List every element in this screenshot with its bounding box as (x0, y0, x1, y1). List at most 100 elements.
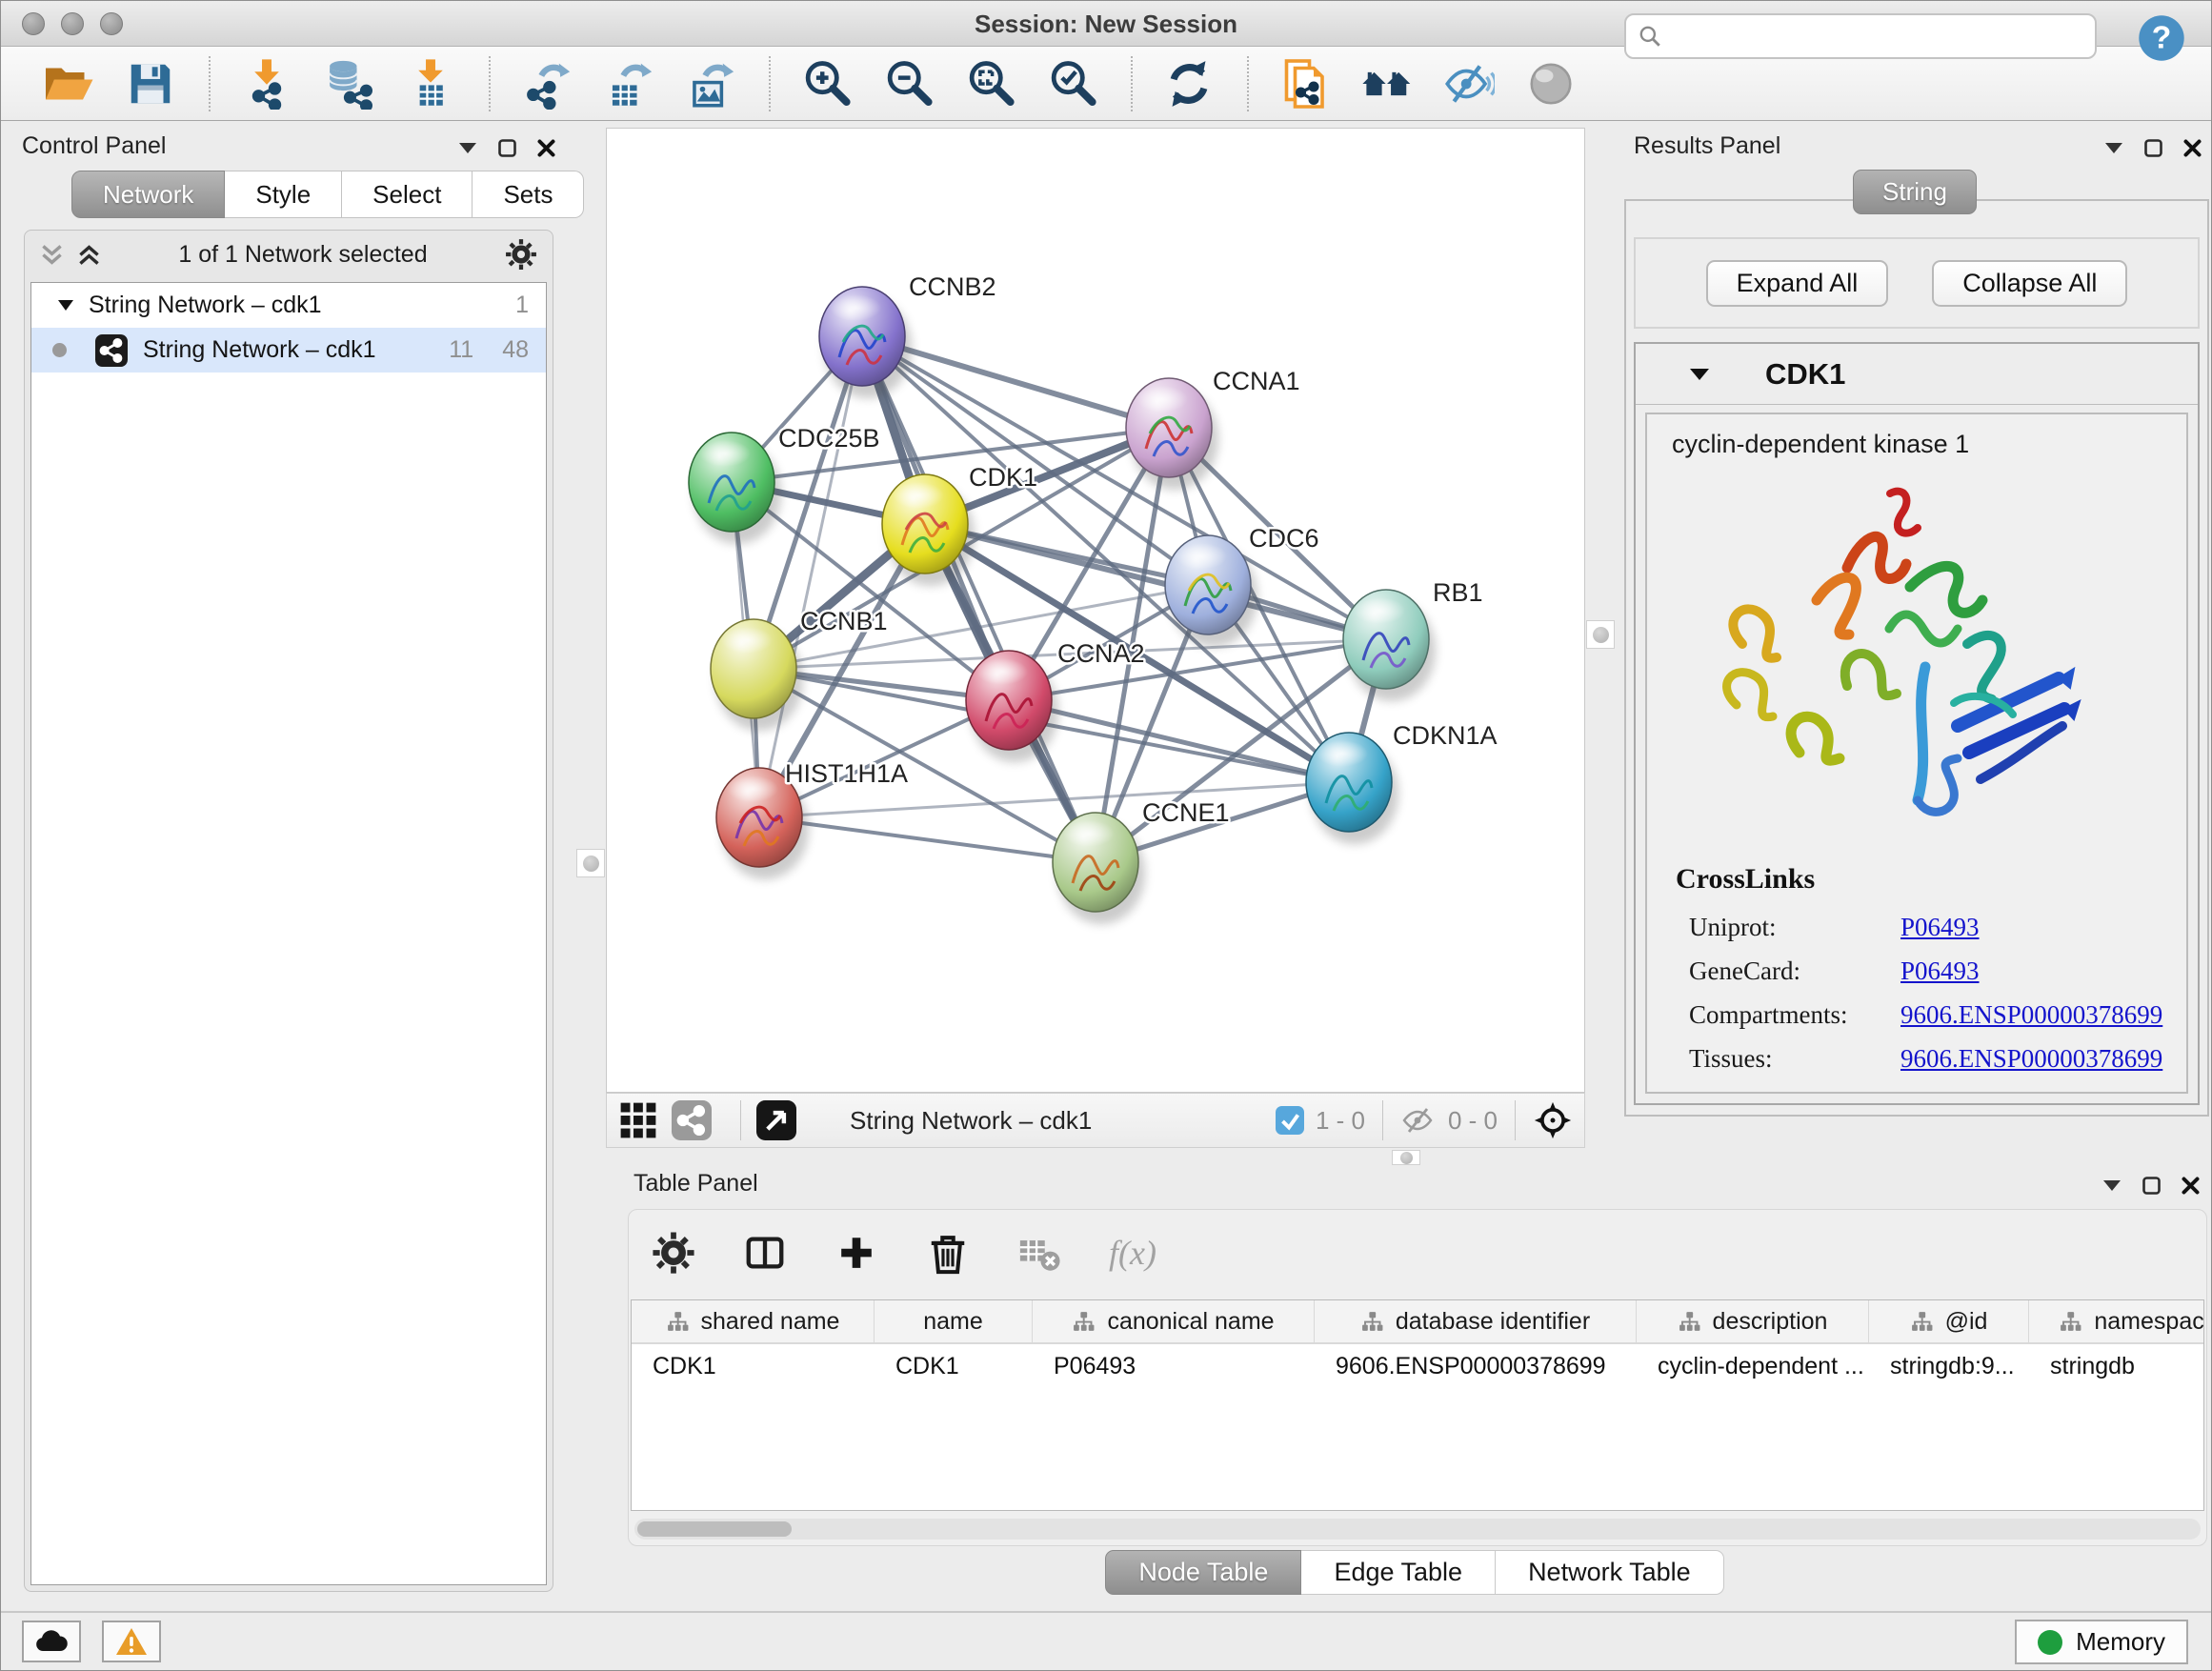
network-view[interactable]: CCNB2CCNA1CDC25BCDK1CDC6RB1CCNB1CCNA2CDK… (606, 128, 1585, 1093)
import-network-database-button[interactable] (321, 55, 376, 112)
bottom-splitter-handle[interactable] (1392, 1150, 1420, 1165)
memory-label: Memory (2076, 1627, 2165, 1657)
zoom-out-button[interactable] (881, 55, 936, 112)
hide-details-button[interactable] (1441, 55, 1497, 112)
tab-sets[interactable]: Sets (473, 171, 584, 218)
memory-button[interactable]: Memory (2015, 1620, 2188, 1664)
delete-column-icon[interactable] (926, 1231, 970, 1275)
column-header-@id[interactable]: @id (1869, 1300, 2029, 1342)
node-label-CCNA1: CCNA1 (1213, 367, 1300, 395)
string-network-icon (95, 334, 128, 367)
open-session-button[interactable] (41, 55, 96, 112)
tab-select[interactable]: Select (342, 171, 473, 218)
zoom-selected-button[interactable] (1045, 55, 1100, 112)
export-image-button[interactable] (683, 55, 738, 112)
right-splitter-handle[interactable] (1586, 620, 1615, 649)
search-field[interactable] (1624, 13, 2097, 59)
crosslink-compartments-link[interactable]: 9606.ENSP00000378699 (1900, 1000, 2162, 1030)
crosslink-uniprot-link[interactable]: P06493 (1900, 913, 1980, 942)
crosslink-pharos-link[interactable]: P06493 (1900, 1088, 1980, 1095)
expand-all-icon[interactable] (77, 243, 101, 267)
column-header-canonical-name[interactable]: canonical name (1033, 1300, 1315, 1342)
collapse-all-icon[interactable] (40, 243, 64, 267)
horizontal-scrollbar[interactable] (634, 1519, 2201, 1540)
network-node-RB1[interactable]: RB1 (1343, 578, 1483, 701)
collapse-section-icon[interactable] (1689, 368, 1710, 381)
import-network-file-button[interactable] (239, 55, 294, 112)
float-panel-icon[interactable] (2142, 1177, 2161, 1195)
tab-node-table[interactable]: Node Table (1105, 1550, 1301, 1595)
help-button[interactable]: ? (2137, 13, 2186, 63)
cybrowser-button[interactable] (1277, 55, 1333, 112)
crosshair-icon[interactable] (1533, 1100, 1573, 1140)
apply-layout-button[interactable] (1161, 55, 1217, 112)
column-header-database-identifier[interactable]: database identifier (1315, 1300, 1637, 1342)
network-canvas[interactable]: CCNB2CCNA1CDC25BCDK1CDC6RB1CCNB1CCNA2CDK… (607, 129, 1584, 1092)
close-panel-icon[interactable] (2183, 139, 2202, 157)
checkbox-icon[interactable] (1276, 1106, 1304, 1135)
crosslink-tissues-link[interactable]: 9606.ENSP00000378699 (1900, 1044, 2162, 1074)
birdseye-view-icon[interactable] (756, 1100, 796, 1140)
add-column-icon[interactable] (835, 1231, 878, 1275)
crosslink-genecard-link[interactable]: P06493 (1900, 956, 1980, 986)
export-table-button[interactable] (601, 55, 656, 112)
expand-collapse-box: Expand All Collapse All (1634, 237, 2200, 329)
zoom-fit-button[interactable] (963, 55, 1018, 112)
cloud-status-button[interactable] (22, 1621, 81, 1662)
network-row-selected[interactable]: String Network – cdk1 11 48 (31, 328, 546, 372)
expand-all-button[interactable]: Expand All (1706, 260, 1889, 307)
tab-style[interactable]: Style (225, 171, 342, 218)
delete-table-icon[interactable] (1017, 1231, 1061, 1275)
table-header-row: shared namenamecanonical namedatabase id… (632, 1300, 2203, 1344)
collapse-panel-icon[interactable] (2102, 1179, 2122, 1192)
share-view-icon[interactable] (672, 1100, 712, 1140)
warnings-button[interactable] (102, 1621, 161, 1662)
gear-icon[interactable] (505, 238, 537, 271)
network-selector-bar: 1 of 1 Network selected (25, 231, 553, 278)
show-details-button[interactable] (1523, 55, 1579, 112)
network-collection-row[interactable]: String Network – cdk1 1 (31, 283, 546, 328)
left-splitter-handle[interactable] (576, 849, 605, 877)
function-builder-button[interactable]: f(x) (1109, 1233, 1156, 1273)
column-header-description[interactable]: description (1637, 1300, 1869, 1342)
search-input[interactable] (1672, 23, 2095, 50)
column-header-shared-name[interactable]: shared name (632, 1300, 875, 1342)
network-edge[interactable] (759, 817, 1096, 862)
grid-view-icon[interactable] (618, 1100, 658, 1140)
export-network-button[interactable] (519, 55, 574, 112)
eye-hidden-icon[interactable] (1400, 1105, 1437, 1136)
close-panel-icon[interactable] (537, 139, 555, 157)
collapse-panel-icon[interactable] (458, 142, 477, 154)
show-columns-icon[interactable] (743, 1231, 787, 1275)
home-button[interactable] (1359, 55, 1415, 112)
float-panel-icon[interactable] (498, 139, 516, 157)
tree-expand-icon[interactable] (58, 300, 73, 311)
network-node-CCNE1[interactable]: CCNE1 (1053, 798, 1230, 924)
column-header-name[interactable]: name (875, 1300, 1033, 1342)
crosslink-row: Compartments:9606.ENSP00000378699 (1689, 993, 2186, 1037)
network-selected-count: 1 of 1 Network selected (101, 241, 505, 269)
tab-network[interactable]: Network (71, 171, 225, 218)
zoom-in-button[interactable] (799, 55, 855, 112)
collapse-panel-icon[interactable] (2104, 142, 2123, 154)
import-table-file-button[interactable] (403, 55, 458, 112)
tab-network-table[interactable]: Network Table (1496, 1550, 1724, 1595)
table-row[interactable]: CDK1CDK1P064939606.ENSP00000378699cyclin… (632, 1344, 2203, 1388)
node-label-CDK1: CDK1 (969, 463, 1037, 492)
network-node-CDKN1A[interactable]: CDKN1A (1306, 721, 1498, 844)
gene-section-header[interactable]: CDK1 (1636, 344, 2198, 405)
network-node-CDC25B[interactable]: CDC25B (689, 424, 880, 544)
tab-edge-table[interactable]: Edge Table (1301, 1550, 1496, 1595)
network-node-HIST1H1A[interactable]: HIST1H1A (716, 759, 908, 879)
collapse-all-button[interactable]: Collapse All (1932, 260, 2127, 307)
gear-icon[interactable] (652, 1231, 695, 1275)
network-node-CDK1[interactable]: CDK1 (882, 463, 1037, 586)
hidden-counts: 0 - 0 (1448, 1106, 1498, 1136)
save-session-button[interactable] (123, 55, 178, 112)
tab-string[interactable]: String (1853, 170, 1977, 214)
close-panel-icon[interactable] (2182, 1177, 2200, 1195)
scrollbar-thumb[interactable] (637, 1521, 792, 1537)
column-header-namespace[interactable]: namespace (2029, 1300, 2204, 1342)
float-panel-icon[interactable] (2144, 139, 2162, 157)
network-edge[interactable] (759, 336, 862, 817)
